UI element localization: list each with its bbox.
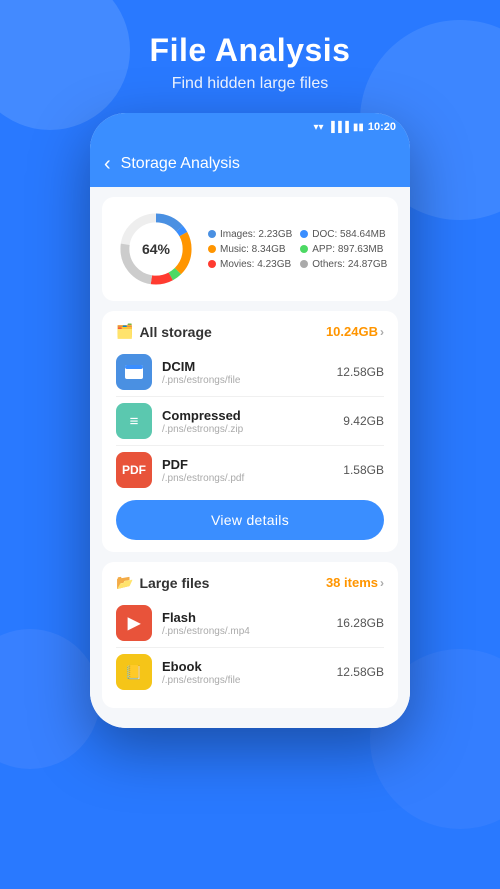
large-files-chevron: ›: [380, 576, 384, 590]
large-file-item[interactable]: ▶ Flash /.pns/estrongs/.mp4 16.28GB: [116, 599, 384, 647]
phone-body: ▾▾ ▐▐▐ ▮▮ 10:20 ‹ Storage Analysis: [90, 113, 410, 728]
file-name: DCIM: [162, 359, 327, 374]
all-storage-meta[interactable]: 10.24GB ›: [326, 324, 384, 339]
file-icon-dcim: [116, 354, 152, 390]
large-files-list: ▶ Flash /.pns/estrongs/.mp4 16.28GB 📒 Eb…: [116, 599, 384, 696]
file-path: /.pns/estrongs/.pdf: [162, 473, 333, 484]
legend-dot: [208, 260, 216, 268]
legend-label: Movies: 4.23GB: [220, 259, 291, 270]
legend-dot: [300, 260, 308, 268]
file-info: Flash /.pns/estrongs/.mp4: [162, 610, 327, 637]
wifi-icon: ▾▾: [314, 122, 324, 133]
file-icon-ebook: 📒: [116, 654, 152, 690]
legend-item: DOC: 584.64MB: [300, 229, 387, 240]
file-icon-compressed: ≡: [116, 403, 152, 439]
page-subtitle: Find hidden large files: [0, 75, 500, 93]
file-icon-pdf: PDF: [116, 452, 152, 488]
app-bar: ‹ Storage Analysis: [90, 141, 410, 187]
legend-dot: [208, 245, 216, 253]
all-storage-chevron: ›: [380, 325, 384, 339]
legend-label: Others: 24.87GB: [312, 259, 387, 270]
file-icon-flash: ▶: [116, 605, 152, 641]
large-files-count: 38 items: [326, 575, 378, 590]
donut-chart: 64%: [116, 209, 196, 289]
large-files-card: 📂 Large files 38 items › ▶ Flash /.pns/e…: [102, 562, 398, 708]
large-files-title: Large files: [139, 575, 209, 591]
large-files-title-row: 📂 Large files: [116, 574, 209, 591]
file-path: /.pns/estrongs/file: [162, 375, 327, 386]
file-path: /.pns/estrongs/.mp4: [162, 626, 327, 637]
file-name: PDF: [162, 457, 333, 472]
all-storage-icon: 🗂️: [116, 323, 133, 340]
file-item[interactable]: PDF PDF /.pns/estrongs/.pdf 1.58GB: [116, 445, 384, 494]
legend-item: APP: 897.63MB: [300, 244, 387, 255]
content-area: 64% Images: 2.23GB DOC: 584.64MB Music: …: [90, 187, 410, 728]
file-size: 12.58GB: [337, 665, 384, 679]
file-size: 16.28GB: [337, 616, 384, 630]
all-storage-total: 10.24GB: [326, 324, 378, 339]
chart-card: 64% Images: 2.23GB DOC: 584.64MB Music: …: [102, 197, 398, 301]
large-files-icon: 📂: [116, 574, 133, 591]
file-path: /.pns/estrongs/file: [162, 675, 327, 686]
legend-dot: [208, 230, 216, 238]
back-button[interactable]: ‹: [104, 154, 111, 174]
file-size: 1.58GB: [343, 463, 384, 477]
view-details-button[interactable]: View details: [116, 500, 384, 540]
status-bar: ▾▾ ▐▐▐ ▮▮ 10:20: [90, 113, 410, 141]
legend-item: Music: 8.34GB: [208, 244, 292, 255]
large-file-item[interactable]: 📒 Ebook /.pns/estrongs/file 12.58GB: [116, 647, 384, 696]
phone-mockup: ▾▾ ▐▐▐ ▮▮ 10:20 ‹ Storage Analysis: [0, 113, 500, 728]
legend-label: APP: 897.63MB: [312, 244, 383, 255]
all-storage-title-row: 🗂️ All storage: [116, 323, 212, 340]
status-time: 10:20: [368, 121, 396, 133]
file-size: 9.42GB: [343, 414, 384, 428]
legend-dot: [300, 230, 308, 238]
legend-label: Images: 2.23GB: [220, 229, 292, 240]
file-name: Ebook: [162, 659, 327, 674]
file-size: 12.58GB: [337, 365, 384, 379]
page-header: File Analysis Find hidden large files: [0, 0, 500, 113]
legend-label: Music: 8.34GB: [220, 244, 286, 255]
file-info: Compressed /.pns/estrongs/.zip: [162, 408, 333, 435]
file-info: DCIM /.pns/estrongs/file: [162, 359, 327, 386]
file-item[interactable]: DCIM /.pns/estrongs/file 12.58GB: [116, 348, 384, 396]
all-storage-card: 🗂️ All storage 10.24GB › DCIM /.pns/estr…: [102, 311, 398, 552]
legend-item: Movies: 4.23GB: [208, 259, 292, 270]
legend-item: Images: 2.23GB: [208, 229, 292, 240]
all-storage-files: DCIM /.pns/estrongs/file 12.58GB ≡ Compr…: [116, 348, 384, 494]
file-name: Compressed: [162, 408, 333, 423]
file-info: PDF /.pns/estrongs/.pdf: [162, 457, 333, 484]
chart-legend: Images: 2.23GB DOC: 584.64MB Music: 8.34…: [208, 229, 387, 270]
all-storage-header: 🗂️ All storage 10.24GB ›: [116, 323, 384, 340]
page-title: File Analysis: [0, 32, 500, 69]
file-name: Flash: [162, 610, 327, 625]
legend-dot: [300, 245, 308, 253]
file-info: Ebook /.pns/estrongs/file: [162, 659, 327, 686]
app-bar-title: Storage Analysis: [121, 155, 240, 173]
legend-label: DOC: 584.64MB: [312, 229, 385, 240]
donut-percentage: 64%: [142, 241, 170, 257]
large-files-header: 📂 Large files 38 items ›: [116, 574, 384, 591]
file-path: /.pns/estrongs/.zip: [162, 424, 333, 435]
status-icons: ▾▾ ▐▐▐ ▮▮ 10:20: [314, 121, 396, 133]
file-item[interactable]: ≡ Compressed /.pns/estrongs/.zip 9.42GB: [116, 396, 384, 445]
signal-icon: ▐▐▐: [328, 122, 349, 133]
large-files-meta[interactable]: 38 items ›: [326, 575, 384, 590]
battery-icon: ▮▮: [353, 122, 364, 133]
legend-item: Others: 24.87GB: [300, 259, 387, 270]
all-storage-title: All storage: [139, 324, 211, 340]
chart-row: 64% Images: 2.23GB DOC: 584.64MB Music: …: [116, 209, 384, 289]
